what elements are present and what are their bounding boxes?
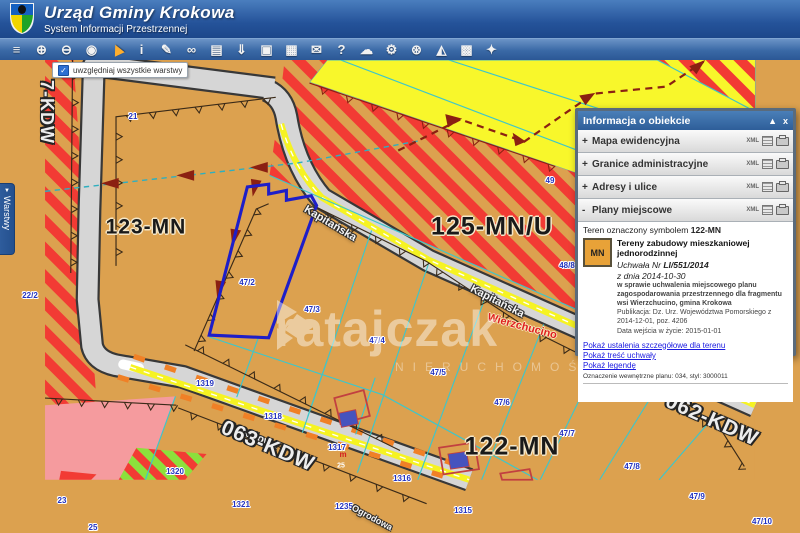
zoom-out-icon[interactable]: ⊖: [54, 40, 79, 60]
panel-footer-space: [583, 383, 788, 402]
info-section-label: Adresy i ulice: [592, 182, 746, 193]
comment-icon[interactable]: ✉: [304, 40, 329, 60]
all-layers-toggle[interactable]: ✓ uwzględniaj wszystkie warstwy: [52, 62, 188, 78]
printer-icon[interactable]: [776, 160, 789, 169]
xml-icon[interactable]: XML: [746, 207, 759, 213]
info-section-label: Mapa ewidencyjna: [592, 136, 746, 147]
plan-effective-date: Data wejścia w życie: 2015-01-01: [617, 328, 788, 337]
printer-icon[interactable]: [776, 137, 789, 146]
list-icon[interactable]: [762, 136, 773, 146]
layout-icon[interactable]: ▦: [279, 40, 304, 60]
plan-symbol-value: 122-MN: [691, 225, 721, 235]
all-layers-toggle-label: uwzględniaj wszystkie warstwy: [73, 66, 182, 75]
expand-icon[interactable]: -: [582, 205, 592, 216]
search-icon[interactable]: ⊛: [404, 40, 429, 60]
expand-icon[interactable]: +: [582, 159, 592, 170]
panel-sections: +Mapa ewidencyjnaXML+Granice administrac…: [578, 130, 793, 222]
info-section-1[interactable]: +Granice administracyjneXML: [578, 153, 793, 176]
list-icon[interactable]: [762, 159, 773, 169]
close-icon[interactable]: x: [783, 116, 788, 126]
plan-date: z dnia 2014-10-30: [617, 271, 788, 281]
identify-icon[interactable]: i: [129, 40, 154, 60]
app-title: Urząd Gminy Krokowa: [44, 3, 235, 23]
list-icon[interactable]: [762, 205, 773, 215]
plan-resolution-label: Uchwała Nr: [617, 260, 661, 270]
export-cloud-icon[interactable]: ☁: [354, 40, 379, 60]
legend-icon[interactable]: ▩: [454, 40, 479, 60]
info-section-3[interactable]: -Plany miejscoweXML: [578, 199, 793, 222]
zoom-in-icon[interactable]: ⊕: [29, 40, 54, 60]
pointer-icon[interactable]: ▶: [104, 40, 129, 60]
copy-icon[interactable]: ▣: [254, 40, 279, 60]
xml-icon[interactable]: XML: [746, 161, 759, 167]
expand-icon[interactable]: +: [582, 182, 592, 193]
settings-icon[interactable]: ⚙: [379, 40, 404, 60]
info-section-2[interactable]: +Adresy i uliceXML: [578, 176, 793, 199]
info-section-label: Plany miejscowe: [592, 205, 746, 216]
app-header: Urząd Gminy Krokowa System Informacji Pr…: [0, 0, 800, 38]
minimize-icon[interactable]: ▲: [768, 116, 777, 126]
gis-application: Urząd Gminy Krokowa System Informacji Pr…: [0, 0, 800, 533]
chevron-down-icon: ▼: [4, 188, 10, 194]
plan-link-0[interactable]: Pokaż ustalenia szczegółowe dla terenu: [583, 341, 788, 351]
xml-icon[interactable]: XML: [746, 184, 759, 190]
info-section-label: Granice administracyjne: [592, 159, 746, 170]
print-icon[interactable]: ▤: [204, 40, 229, 60]
main-toolbar: ≡⊕⊖◉▶i✎∞▤⇓▣▦✉?☁⚙⊛◭▩✦: [0, 38, 800, 60]
help-icon[interactable]: ?: [329, 40, 354, 60]
plan-symbol-intro: Teren oznaczony symbolem: [583, 225, 688, 235]
measure-icon[interactable]: ✎: [154, 40, 179, 60]
plan-symbol-swatch: MN: [583, 238, 612, 267]
plan-land-use: Tereny zabudowy mieszkaniowej jednorodzi…: [617, 238, 788, 258]
app-subtitle: System Informacji Przestrzennej: [44, 24, 235, 35]
select-area-icon[interactable]: ◉: [79, 40, 104, 60]
object-info-panel-header[interactable]: Informacja o obiekcie ▲ x: [578, 111, 793, 130]
layers-icon[interactable]: ≡: [4, 40, 29, 60]
download-icon[interactable]: ⇓: [229, 40, 254, 60]
checkbox-checked-icon[interactable]: ✓: [58, 65, 69, 76]
printer-icon[interactable]: [776, 206, 789, 215]
expand-icon[interactable]: +: [582, 136, 592, 147]
plan-subject: w sprawie uchwalenia miejscowego planu z…: [617, 282, 788, 308]
plan-link-2[interactable]: Pokaż legendę: [583, 361, 788, 371]
plan-publication: Publikacja: Dz. Urz. Województwa Pomorsk…: [617, 309, 788, 327]
layers-panel-tab-label: Warstwy: [2, 196, 12, 230]
map-viewport[interactable]: 123-MN125-MN/U122-MN2122/247/247/347/447…: [0, 60, 800, 533]
plan-resolution: Uchwała Nr LI/551/2014: [617, 260, 788, 270]
list-icon[interactable]: [762, 182, 773, 192]
printer-icon[interactable]: [776, 183, 789, 192]
plan-resolution-number: LI/551/2014: [663, 260, 708, 270]
object-info-panel: Informacja o obiekcie ▲ x +Mapa ewidency…: [575, 108, 796, 356]
plan-symbol-line: Teren oznaczony symbolem 122-MN: [583, 225, 788, 235]
plan-details: Teren oznaczony symbolem 122-MN MN Teren…: [578, 222, 793, 402]
link-icon[interactable]: ∞: [179, 40, 204, 60]
plan-internal-id: Oznaczenie wewnętrzne planu: 034, styl: …: [583, 373, 788, 380]
plan-swatch-label: MN: [591, 248, 605, 258]
share-icon[interactable]: ✦: [479, 40, 504, 60]
panel-title: Informacja o obiekcie: [583, 115, 762, 127]
info-section-0[interactable]: +Mapa ewidencyjnaXML: [578, 130, 793, 153]
plan-link-1[interactable]: Pokaż treść uchwały: [583, 351, 788, 361]
north-arrow-icon[interactable]: ◭: [429, 40, 454, 60]
coat-of-arms: [9, 2, 35, 35]
plan-links: Pokaż ustalenia szczegółowe dla terenuPo…: [583, 341, 788, 372]
layers-panel-tab[interactable]: ▼ Warstwy: [0, 183, 15, 255]
xml-icon[interactable]: XML: [746, 138, 759, 144]
